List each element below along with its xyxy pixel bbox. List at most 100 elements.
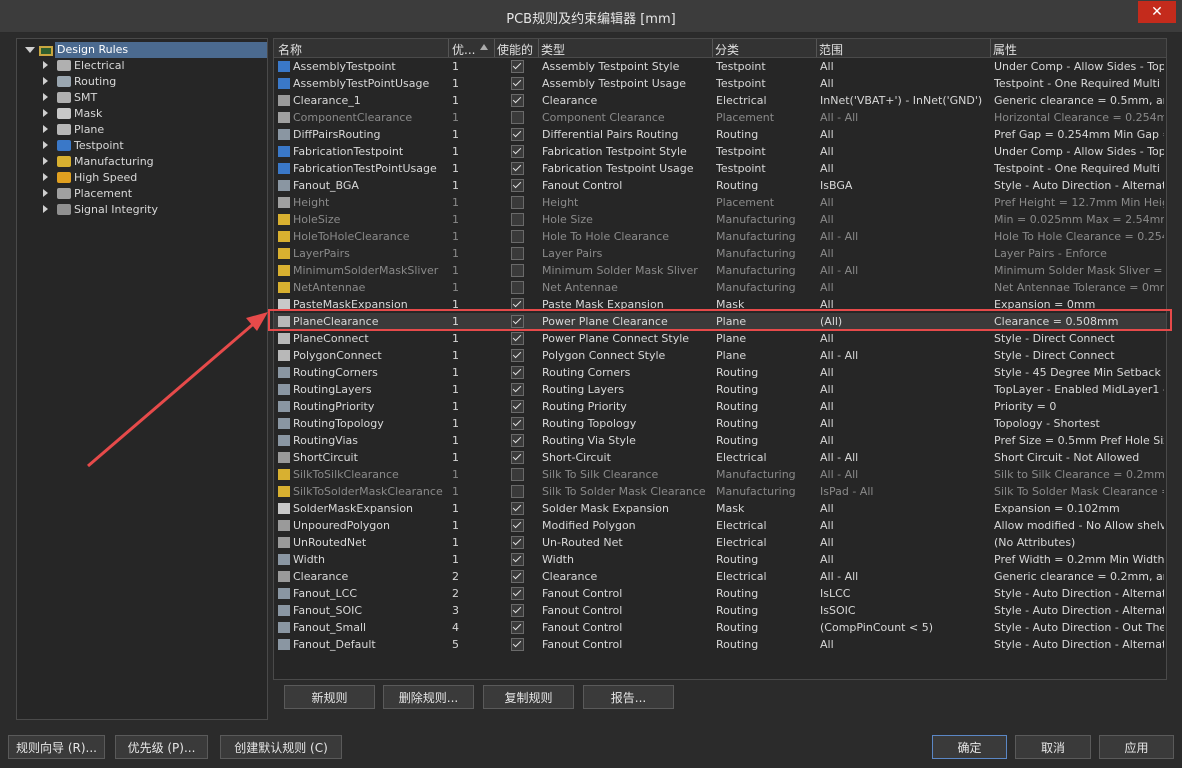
expand-arrow-icon[interactable]	[43, 157, 48, 165]
table-row[interactable]: UnRoutedNet 1 Un-Routed Net Electrical All (N…	[274, 534, 1166, 551]
table-row[interactable]: HoleToHoleClearance 1 Hole To Hole Clearan…	[274, 228, 1166, 245]
table-row[interactable]: RoutingPriority 1 Routing Priority Routing A…	[274, 398, 1166, 415]
tree-item-high-speed[interactable]: High Speed	[17, 170, 265, 186]
col-attributes[interactable]: 属性	[993, 41, 1017, 58]
table-row[interactable]: RoutingVias 1 Routing Via Style Routing All P…	[274, 432, 1166, 449]
enabled-checkbox[interactable]	[511, 111, 524, 124]
table-row[interactable]: AssemblyTestpoint 1 Assembly Testpoint Sty…	[274, 58, 1166, 75]
expand-arrow-icon[interactable]	[43, 61, 48, 69]
table-row[interactable]: Fanout_BGA 1 Fanout Control Routing IsBGA Sty…	[274, 177, 1166, 194]
enabled-checkbox[interactable]	[511, 77, 524, 90]
enabled-checkbox[interactable]	[511, 587, 524, 600]
enabled-checkbox[interactable]	[511, 485, 524, 498]
table-row[interactable]: RoutingLayers 1 Routing Layers Routing All To…	[274, 381, 1166, 398]
new-rule-button[interactable]: 新规则	[284, 685, 375, 709]
create-default-rules-button[interactable]: 创建默认规则 (C)	[220, 735, 342, 759]
expand-arrow-icon[interactable]	[43, 109, 48, 117]
enabled-checkbox[interactable]	[511, 468, 524, 481]
col-category[interactable]: 分类	[715, 41, 739, 58]
enabled-checkbox[interactable]	[511, 162, 524, 175]
enabled-checkbox[interactable]	[511, 417, 524, 430]
enabled-checkbox[interactable]	[511, 332, 524, 345]
enabled-checkbox[interactable]	[511, 383, 524, 396]
tree-item-placement[interactable]: Placement	[17, 186, 265, 202]
table-row[interactable]: FabricationTestPointUsage 1 Fabrication Te…	[274, 160, 1166, 177]
enabled-checkbox[interactable]	[511, 621, 524, 634]
col-name[interactable]: 名称	[278, 41, 302, 58]
collapse-icon[interactable]	[25, 45, 35, 55]
col-priority[interactable]: 优...	[452, 41, 475, 58]
expand-arrow-icon[interactable]	[43, 93, 48, 101]
cancel-button[interactable]: 取消	[1015, 735, 1091, 759]
enabled-checkbox[interactable]	[511, 536, 524, 549]
delete-rule-button[interactable]: 删除规则...	[383, 685, 474, 709]
enabled-checkbox[interactable]	[511, 570, 524, 583]
enabled-checkbox[interactable]	[511, 553, 524, 566]
tree-item-smt[interactable]: SMT	[17, 90, 265, 106]
tree-item-manufacturing[interactable]: Manufacturing	[17, 154, 265, 170]
enabled-checkbox[interactable]	[511, 519, 524, 532]
ok-button[interactable]: 确定	[932, 735, 1007, 759]
enabled-checkbox[interactable]	[511, 451, 524, 464]
expand-arrow-icon[interactable]	[43, 189, 48, 197]
table-row[interactable]: PlaneConnect 1 Power Plane Connect Style Pl…	[274, 330, 1166, 347]
enabled-checkbox[interactable]	[511, 213, 524, 226]
table-row[interactable]: SilkToSolderMaskClearance 1 Silk To Solder…	[274, 483, 1166, 500]
table-row[interactable]: DiffPairsRouting 1 Differential Pairs Rout…	[274, 126, 1166, 143]
tree-item-plane[interactable]: Plane	[17, 122, 265, 138]
table-row[interactable]: Clearance_1 1 Clearance Electrical InNet('VB…	[274, 92, 1166, 109]
enabled-checkbox[interactable]	[511, 281, 524, 294]
enabled-checkbox[interactable]	[511, 247, 524, 260]
enabled-checkbox[interactable]	[511, 264, 524, 277]
expand-arrow-icon[interactable]	[43, 205, 48, 213]
enabled-checkbox[interactable]	[511, 638, 524, 651]
table-row[interactable]: Fanout_Small 4 Fanout Control Routing (CompP…	[274, 619, 1166, 636]
close-button[interactable]: ✕	[1138, 1, 1176, 23]
tree-item-signal-integrity[interactable]: Signal Integrity	[17, 202, 265, 218]
rule-tree[interactable]: Design Rules Electrical Routing SMT Mask Pla…	[16, 38, 268, 720]
tree-item-electrical[interactable]: Electrical	[17, 58, 265, 74]
table-row[interactable]: ShortCircuit 1 Short-Circuit Electrical All …	[274, 449, 1166, 466]
copy-rule-button[interactable]: 复制规则	[483, 685, 574, 709]
table-row[interactable]: PolygonConnect 1 Polygon Connect Style Plan…	[274, 347, 1166, 364]
table-row[interactable]: HoleSize 1 Hole Size Manufacturing All Min = …	[274, 211, 1166, 228]
table-row[interactable]: Width 1 Width Routing All Pref Width = 0.2mm …	[274, 551, 1166, 568]
table-row[interactable]: Fanout_Default 5 Fanout Control Routing All S…	[274, 636, 1166, 653]
enabled-checkbox[interactable]	[511, 502, 524, 515]
table-row[interactable]: UnpouredPolygon 1 Modified Polygon Electric…	[274, 517, 1166, 534]
table-row[interactable]: SolderMaskExpansion 1 Solder Mask Expansio…	[274, 500, 1166, 517]
report-button[interactable]: 报告...	[583, 685, 674, 709]
table-row[interactable]: Fanout_LCC 2 Fanout Control Routing IsLCC Sty…	[274, 585, 1166, 602]
priorities-button[interactable]: 优先级 (P)...	[115, 735, 208, 759]
expand-arrow-icon[interactable]	[43, 141, 48, 149]
enabled-checkbox[interactable]	[511, 94, 524, 107]
enabled-checkbox[interactable]	[511, 604, 524, 617]
table-row[interactable]: Clearance 2 Clearance Electrical All - All Ge…	[274, 568, 1166, 585]
enabled-checkbox[interactable]	[511, 434, 524, 447]
expand-arrow-icon[interactable]	[43, 77, 48, 85]
enabled-checkbox[interactable]	[511, 145, 524, 158]
table-row[interactable]: Height 1 Height Placement All Pref Height = 1…	[274, 194, 1166, 211]
col-scope[interactable]: 范围	[819, 41, 843, 58]
table-row[interactable]: FabricationTestpoint 1 Fabrication Testpoi…	[274, 143, 1166, 160]
tree-item-routing[interactable]: Routing	[17, 74, 265, 90]
enabled-checkbox[interactable]	[511, 366, 524, 379]
table-row[interactable]: NetAntennae 1 Net Antennae Manufacturing All…	[274, 279, 1166, 296]
enabled-checkbox[interactable]	[511, 196, 524, 209]
enabled-checkbox[interactable]	[511, 60, 524, 73]
table-row[interactable]: Fanout_SOIC 3 Fanout Control Routing IsSOIC S…	[274, 602, 1166, 619]
table-row[interactable]: AssemblyTestPointUsage 1 Assembly Testpoin…	[274, 75, 1166, 92]
enabled-checkbox[interactable]	[511, 349, 524, 362]
enabled-checkbox[interactable]	[511, 128, 524, 141]
expand-arrow-icon[interactable]	[43, 125, 48, 133]
table-row[interactable]: MinimumSolderMaskSliver 1 Minimum Solder M…	[274, 262, 1166, 279]
table-row[interactable]: RoutingCorners 1 Routing Corners Routing All…	[274, 364, 1166, 381]
tree-root-design-rules[interactable]: Design Rules	[21, 42, 267, 58]
expand-arrow-icon[interactable]	[43, 173, 48, 181]
rule-wizard-button[interactable]: 规则向导 (R)...	[8, 735, 105, 759]
tree-item-mask[interactable]: Mask	[17, 106, 265, 122]
table-row[interactable]: LayerPairs 1 Layer Pairs Manufacturing All La…	[274, 245, 1166, 262]
col-enabled[interactable]: 使能的	[497, 41, 533, 58]
table-row[interactable]: RoutingTopology 1 Routing Topology Routing A…	[274, 415, 1166, 432]
enabled-checkbox[interactable]	[511, 179, 524, 192]
